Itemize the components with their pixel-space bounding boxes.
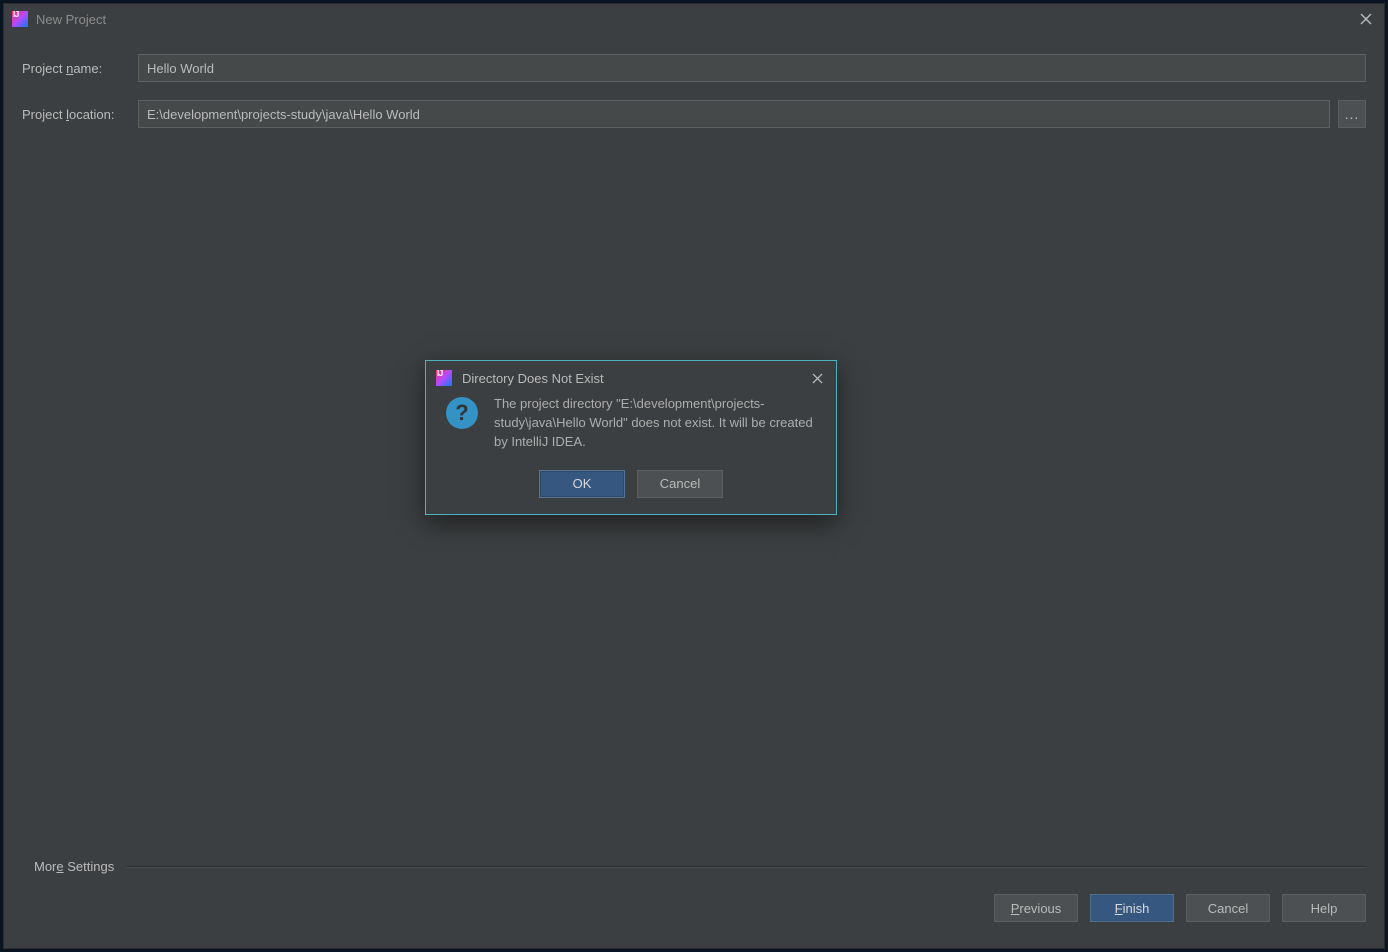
ok-button[interactable]: OK bbox=[539, 470, 625, 498]
intellij-icon bbox=[436, 370, 452, 386]
intellij-icon bbox=[12, 11, 28, 27]
help-button[interactable]: Help bbox=[1282, 894, 1366, 922]
footer: Previous Finish Cancel Help bbox=[4, 874, 1384, 948]
previous-button[interactable]: Previous bbox=[994, 894, 1078, 922]
browse-button[interactable]: ... bbox=[1338, 100, 1366, 128]
title-bar: New Project bbox=[4, 4, 1384, 34]
dialog-title-bar: Directory Does Not Exist bbox=[426, 361, 836, 395]
divider bbox=[126, 866, 1366, 868]
project-name-input[interactable] bbox=[138, 54, 1366, 82]
more-settings-label: More Settings bbox=[34, 859, 114, 874]
finish-button[interactable]: Finish bbox=[1090, 894, 1174, 922]
window-title: New Project bbox=[36, 12, 106, 27]
project-name-label: Project name: bbox=[22, 61, 130, 76]
new-project-window: New Project Project name: Project locati… bbox=[4, 4, 1384, 948]
dialog-title: Directory Does Not Exist bbox=[462, 371, 604, 386]
directory-not-exist-dialog: Directory Does Not Exist ? The project d… bbox=[425, 360, 837, 515]
more-settings-toggle[interactable]: More Settings bbox=[4, 859, 1384, 874]
dialog-message: The project directory "E:\development\pr… bbox=[494, 395, 816, 452]
cancel-button[interactable]: Cancel bbox=[1186, 894, 1270, 922]
project-name-row: Project name: bbox=[22, 54, 1366, 82]
question-icon: ? bbox=[446, 397, 478, 429]
project-location-row: Project location: ... bbox=[22, 100, 1366, 128]
close-icon[interactable] bbox=[1356, 9, 1376, 29]
dialog-footer: OK Cancel bbox=[426, 462, 836, 514]
dialog-body: ? The project directory "E:\development\… bbox=[426, 395, 836, 462]
form-area: Project name: Project location: ... bbox=[4, 34, 1384, 156]
dialog-cancel-button[interactable]: Cancel bbox=[637, 470, 723, 498]
project-location-label: Project location: bbox=[22, 107, 130, 122]
close-icon[interactable] bbox=[808, 369, 826, 387]
project-location-input[interactable] bbox=[138, 100, 1330, 128]
